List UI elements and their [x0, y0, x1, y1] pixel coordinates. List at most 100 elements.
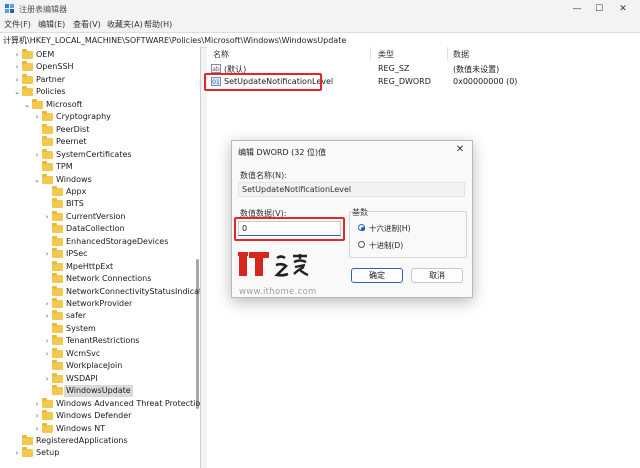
dialog-close-icon[interactable]: ✕ — [454, 144, 466, 155]
address-bar[interactable]: 计算机\HKEY_LOCAL_MACHINE\SOFTWARE\Policies… — [0, 32, 640, 48]
chevron-right-icon[interactable]: › — [13, 50, 21, 60]
tree-item[interactable]: TPM — [0, 161, 200, 173]
tree-item[interactable]: Peernet — [0, 136, 200, 148]
chevron-down-icon[interactable]: ⌄ — [33, 175, 41, 185]
tree-item[interactable]: EnhancedStorageDevices — [0, 235, 200, 248]
menu-help[interactable]: 帮助(H) — [144, 19, 172, 30]
title-bar: 注册表编辑器 — ☐ ✕ — [0, 0, 640, 18]
tree-item[interactable]: › IPSec — [0, 248, 200, 260]
tree-item[interactable]: BITS — [0, 198, 200, 210]
chevron-right-icon — [33, 162, 41, 172]
tree-item[interactable]: RegisteredApplications — [0, 434, 200, 447]
tree-item-label: WcmSvc — [66, 348, 101, 358]
tree-item[interactable]: Network Connections — [0, 273, 200, 285]
tree-item[interactable]: PeerDist — [0, 123, 200, 136]
folder-icon — [22, 61, 33, 72]
hex-radio[interactable] — [358, 224, 365, 231]
value-data: 0x00000000 (0) — [453, 77, 518, 86]
tree-item[interactable]: › Partner — [0, 73, 200, 86]
tree-item[interactable]: NetworkConnectivityStatusIndicator — [0, 285, 201, 298]
tree-item[interactable]: › WSDAPI — [0, 372, 200, 385]
chevron-right-icon — [43, 237, 51, 247]
chevron-right-icon[interactable]: › — [33, 150, 41, 160]
chevron-right-icon[interactable]: › — [43, 299, 51, 309]
tree-item[interactable]: WindowsUpdate — [0, 385, 200, 398]
tree-item[interactable]: › Windows NT — [0, 422, 200, 435]
menu-edit[interactable]: 编辑(E) — [38, 19, 65, 30]
tree-item-label: Windows Advanced Threat Protection — [56, 398, 201, 408]
chevron-right-icon[interactable]: › — [33, 411, 41, 421]
menu-bar: 文件(F) 编辑(E) 查看(V) 收藏夹(A) 帮助(H) — [0, 18, 640, 32]
tree-item[interactable]: › OEM — [0, 49, 200, 61]
cancel-button[interactable]: 取消 — [411, 268, 463, 283]
tree-item-label: Policies — [36, 87, 66, 97]
tree-item[interactable]: › Windows Advanced Threat Protection — [0, 397, 201, 410]
tree-item[interactable]: › SystemCertificates — [0, 148, 200, 161]
folder-icon — [52, 285, 63, 296]
folder-icon — [52, 298, 63, 308]
chevron-right-icon[interactable]: › — [13, 448, 21, 458]
tree-item-label: NetworkConnectivityStatusIndicator — [66, 286, 201, 296]
tree-item-label: System — [66, 323, 96, 333]
chevron-right-icon[interactable]: › — [33, 424, 41, 434]
chevron-right-icon[interactable]: › — [33, 399, 41, 409]
close-button[interactable]: ✕ — [614, 2, 632, 16]
folder-icon — [42, 136, 53, 147]
chevron-down-icon[interactable]: ⌄ — [13, 87, 21, 97]
highlight-box-value — [204, 73, 322, 91]
chevron-right-icon[interactable]: › — [43, 374, 51, 384]
tree-item[interactable]: MpeHttpExt — [0, 260, 200, 273]
menu-view[interactable]: 查看(V) — [73, 19, 101, 30]
tree-item-label: Setup — [36, 448, 60, 458]
tree-item-label: safer — [66, 311, 87, 321]
tree-item-label: Windows — [56, 174, 92, 184]
folder-icon — [42, 173, 53, 184]
tree-item[interactable]: Appx — [0, 185, 200, 198]
ok-button[interactable]: 确定 — [351, 268, 403, 283]
minimize-button[interactable]: — — [568, 2, 586, 16]
address-path[interactable]: 计算机\HKEY_LOCAL_MACHINE\SOFTWARE\Policies… — [3, 35, 346, 46]
tree-item[interactable]: System — [0, 322, 200, 335]
tree-item[interactable]: › OpenSSH — [0, 61, 200, 73]
column-type-header[interactable]: 类型 — [378, 49, 394, 60]
column-name-header[interactable]: 名称 — [213, 49, 229, 60]
chevron-right-icon — [43, 224, 51, 234]
folder-icon — [42, 123, 53, 134]
chevron-right-icon — [33, 125, 41, 135]
folder-icon — [52, 223, 63, 234]
tree-item[interactable]: › TenantRestrictions — [0, 335, 200, 347]
folder-icon — [52, 273, 63, 284]
tree-item-label: TenantRestrictions — [66, 336, 140, 346]
tree-item[interactable]: DataCollection — [0, 223, 200, 235]
folder-icon — [42, 148, 53, 159]
column-divider[interactable] — [447, 47, 448, 61]
column-divider[interactable] — [370, 47, 371, 61]
hex-radio-label[interactable]: 十六进制(H) — [369, 223, 411, 234]
chevron-down-icon[interactable]: ⌄ — [23, 100, 31, 110]
chevron-right-icon[interactable]: › — [43, 212, 51, 222]
chevron-right-icon[interactable]: › — [43, 336, 51, 346]
chevron-right-icon[interactable]: › — [43, 249, 51, 259]
tree-item[interactable]: ⌄ Windows — [0, 173, 200, 186]
dec-radio-label[interactable]: 十进制(D) — [369, 240, 403, 251]
chevron-right-icon[interactable]: › — [13, 62, 21, 72]
tree-item[interactable]: › Windows Defender — [0, 410, 200, 422]
chevron-right-icon[interactable]: › — [13, 75, 21, 85]
chevron-right-icon[interactable]: › — [43, 311, 51, 321]
chevron-right-icon[interactable]: › — [43, 349, 51, 359]
tree-item[interactable]: › Setup — [0, 447, 200, 459]
tree-item[interactable]: WorkplaceJoin — [0, 360, 200, 372]
dec-radio[interactable] — [358, 241, 365, 248]
tree-item[interactable]: › WcmSvc — [0, 347, 200, 360]
chevron-right-icon[interactable]: › — [33, 112, 41, 122]
tree-item[interactable]: › CurrentVersion — [0, 210, 200, 223]
maximize-button[interactable]: ☐ — [590, 2, 608, 16]
tree-item[interactable]: › NetworkProvider — [0, 298, 200, 310]
tree-item[interactable]: › Cryptography — [0, 111, 200, 123]
tree-item[interactable]: ⌄ Microsoft — [0, 98, 200, 111]
tree-item[interactable]: › safer — [0, 310, 200, 322]
menu-favorites[interactable]: 收藏夹(A) — [107, 19, 143, 30]
menu-file[interactable]: 文件(F) — [4, 19, 31, 30]
tree-item[interactable]: ⌄ Policies — [0, 86, 200, 98]
column-data-header[interactable]: 数据 — [453, 49, 469, 60]
